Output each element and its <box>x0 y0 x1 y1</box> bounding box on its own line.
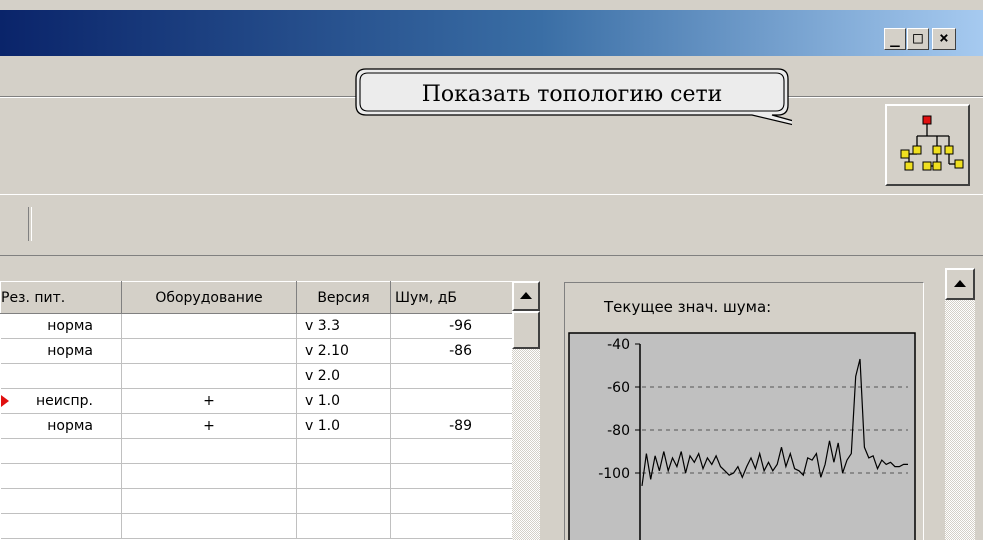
minimize-button[interactable]: _ <box>884 28 906 50</box>
close-icon: × <box>939 28 949 47</box>
y-tick-label: -80 <box>607 423 630 439</box>
table-row[interactable]: норма v 2.10 -86 <box>0 338 513 364</box>
column-header-power[interactable]: Рез. пит. <box>0 281 122 314</box>
toolbar-separator <box>28 207 32 241</box>
table-cell <box>296 463 391 489</box>
table-row[interactable] <box>0 463 513 489</box>
table-cell: -86 <box>390 338 513 364</box>
chart-title: Текущее знач. шума: <box>604 298 772 316</box>
y-tick-label: -60 <box>607 380 630 396</box>
table-cell <box>121 463 297 489</box>
table-header-row: Рез. пит. Оборудование Версия Шум, дБ <box>0 281 513 314</box>
table-cell <box>0 363 122 389</box>
table-cell: норма <box>0 313 122 339</box>
table-cell <box>390 363 513 389</box>
table-cell <box>390 388 513 414</box>
table-cell: v 1.0 <box>296 388 391 414</box>
table-cell <box>121 488 297 514</box>
scroll-up-arrow-icon <box>954 280 966 287</box>
table-row[interactable]: норма v 3.3 -96 <box>0 313 513 339</box>
table-cell <box>296 438 391 464</box>
table-cell: неиспр. <box>0 388 122 414</box>
table-row[interactable]: неиспр. + v 1.0 <box>0 388 513 414</box>
y-tick-label: -40 <box>607 337 630 353</box>
table-cell: v 2.0 <box>296 363 391 389</box>
table-cell <box>121 438 297 464</box>
maximize-icon: □ <box>913 28 923 47</box>
table-cell: v 2.10 <box>296 338 391 364</box>
table-cell: норма <box>0 338 122 364</box>
table-cell <box>121 363 297 389</box>
table-cell <box>390 488 513 514</box>
column-header-equipment[interactable]: Оборудование <box>121 281 297 314</box>
title-bar: _ □ × <box>0 0 983 56</box>
scroll-up-arrow-icon <box>520 292 532 299</box>
scroll-up-button[interactable] <box>512 281 540 311</box>
table-row[interactable]: норма + v 1.0 -89 <box>0 413 513 439</box>
table-row[interactable] <box>0 488 513 514</box>
table-cell <box>390 438 513 464</box>
noise-chart: -40 -60 -80 -100 <box>568 332 916 540</box>
fault-marker-icon <box>0 395 9 407</box>
scroll-thumb[interactable] <box>512 311 540 349</box>
table-cell <box>121 313 297 339</box>
column-header-noise[interactable]: Шум, дБ <box>390 281 513 314</box>
network-tree-icon <box>900 115 964 171</box>
table-cell <box>0 463 122 489</box>
tooltip-text: Показать топологию сети <box>421 82 723 107</box>
table-cell: v 1.0 <box>296 413 391 439</box>
close-button[interactable]: × <box>932 28 956 50</box>
minimize-icon: _ <box>890 28 900 47</box>
table-cell <box>296 488 391 514</box>
secondary-toolbar-band <box>0 194 983 256</box>
maximize-button[interactable]: □ <box>907 28 929 50</box>
table-cell <box>0 513 122 539</box>
table-cell <box>0 488 122 514</box>
table-cell: v 3.3 <box>296 313 391 339</box>
table-cell: -89 <box>390 413 513 439</box>
table-row[interactable]: v 2.0 <box>0 363 513 389</box>
title-bar-top-border <box>0 0 983 10</box>
table-cell: + <box>121 388 297 414</box>
table-row[interactable] <box>0 513 513 539</box>
table-cell <box>0 438 122 464</box>
table-cell <box>121 513 297 539</box>
table-cell <box>121 338 297 364</box>
window-scrollbar[interactable] <box>945 268 975 540</box>
table-cell: -96 <box>390 313 513 339</box>
window-scroll-up-button[interactable] <box>945 268 975 300</box>
device-table: Рез. пит. Оборудование Версия Шум, дБ но… <box>0 281 540 540</box>
table-cell: норма <box>0 413 122 439</box>
application-window: _ □ × Показать топологию сети Рез. пит. … <box>0 0 983 540</box>
table-cell <box>390 513 513 539</box>
table-cell <box>390 463 513 489</box>
power-status-text: неиспр. <box>35 393 93 409</box>
show-topology-button[interactable] <box>885 104 970 186</box>
table-scrollbar[interactable] <box>512 281 540 540</box>
table-row[interactable] <box>0 438 513 464</box>
column-header-version[interactable]: Версия <box>296 281 391 314</box>
table-cell <box>296 513 391 539</box>
y-tick-label: -100 <box>598 466 630 482</box>
table-cell: + <box>121 413 297 439</box>
